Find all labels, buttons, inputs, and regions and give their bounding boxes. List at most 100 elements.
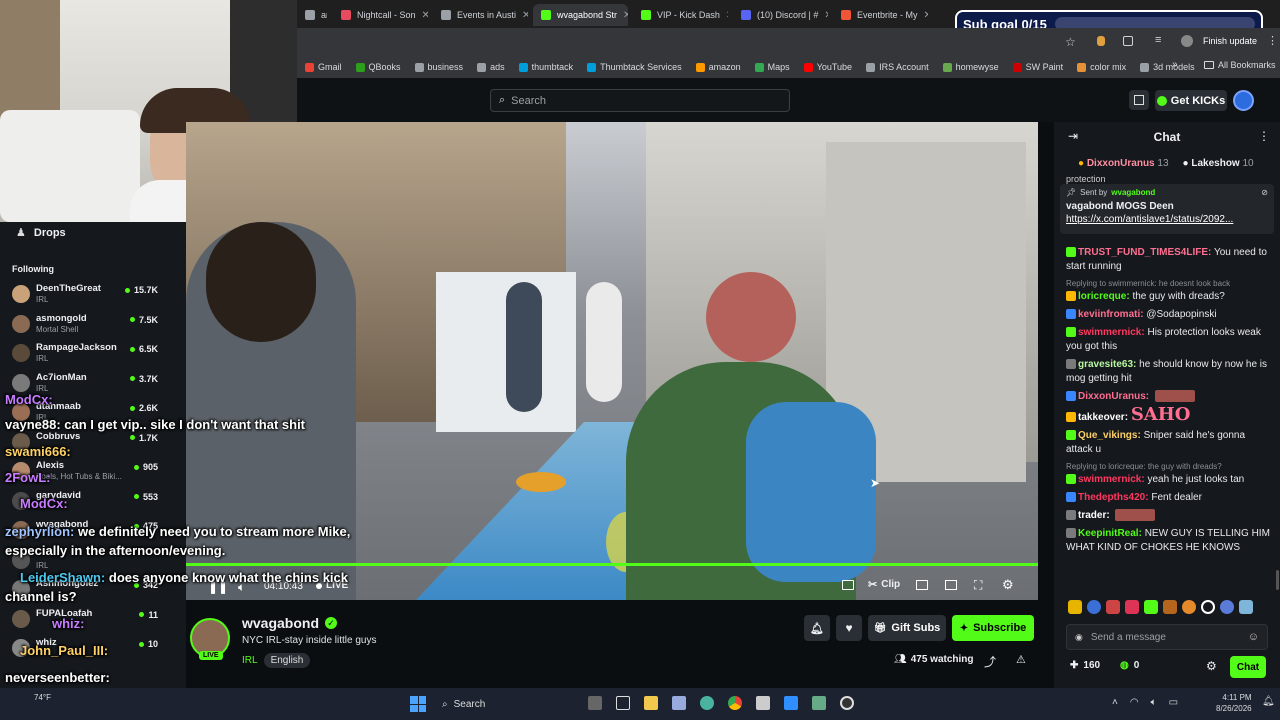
- calendar-icon[interactable]: [756, 696, 770, 710]
- app2-icon[interactable]: [812, 696, 826, 710]
- browser-tab[interactable]: Events in Austi ✕: [433, 4, 528, 26]
- language-tag[interactable]: English: [263, 653, 311, 668]
- emote-icon[interactable]: [1163, 600, 1177, 614]
- browser-tab[interactable]: VIP - Kick Dash ✕: [633, 4, 728, 26]
- notification-icon[interactable]: 🔔︎: [1262, 696, 1275, 707]
- chat-send-button[interactable]: Chat: [1230, 656, 1266, 678]
- bookmark-star-icon[interactable]: ☆: [1065, 35, 1076, 49]
- battery-icon[interactable]: ▭: [1169, 697, 1178, 708]
- browser-tab[interactable]: Eventbrite - My ✕: [833, 4, 928, 26]
- followed-channel-item[interactable]: DeenTheGreat IRL 15.7K: [0, 282, 186, 312]
- chat-message[interactable]: swimmernick: His protection looks weak y…: [1066, 326, 1274, 354]
- share-icon[interactable]: ⤴: [984, 653, 996, 670]
- category-link[interactable]: IRL: [242, 655, 258, 666]
- chat-username[interactable]: loricreque:: [1078, 291, 1130, 302]
- calculator-icon[interactable]: [672, 696, 686, 710]
- followed-channel-item[interactable]: FUPALoafah 11: [0, 607, 186, 637]
- bookmark-item[interactable]: SW Paint: [1012, 62, 1063, 72]
- gift-subs-button[interactable]: 🎁︎ Gift Subs: [868, 615, 946, 641]
- weather-widget[interactable]: 74°F: [34, 693, 51, 702]
- chat-reply-context[interactable]: Replying to swimmernick: he doesnt look …: [1066, 278, 1274, 290]
- all-bookmarks[interactable]: All Bookmarks: [1204, 60, 1276, 70]
- bookmark-item[interactable]: Maps: [754, 62, 790, 72]
- chat-settings-icon[interactable]: ⋮: [1258, 129, 1270, 143]
- bookmark-item[interactable]: color mix: [1077, 62, 1126, 72]
- chat-message[interactable]: trader:: [1066, 509, 1274, 523]
- tab-close-icon[interactable]: ✕: [623, 10, 628, 21]
- chat-username[interactable]: trader:: [1078, 510, 1110, 521]
- chat-username[interactable]: Que_vikings:: [1078, 430, 1141, 441]
- bookmark-item[interactable]: YouTube: [803, 62, 852, 72]
- chat-username[interactable]: DixxonUranus:: [1078, 391, 1149, 402]
- report-icon[interactable]: ⚠: [1016, 653, 1026, 666]
- browser-tab[interactable]: Nightcall - Son ✕: [333, 4, 428, 26]
- app-icon[interactable]: [700, 696, 714, 710]
- notification-bell-button[interactable]: 🔔︎: [804, 615, 830, 641]
- video-progress-bar[interactable]: [186, 563, 1038, 566]
- bookmark-item[interactable]: business: [414, 62, 463, 72]
- emote-icon[interactable]: [1182, 600, 1196, 614]
- browser-tab[interactable]: (10) Discord | # ✕: [733, 4, 828, 26]
- chat-input[interactable]: ◉ Send a message ☺: [1066, 624, 1268, 650]
- emote-icon[interactable]: [1239, 600, 1253, 614]
- notepad-icon[interactable]: [616, 696, 630, 710]
- chat-username[interactable]: swimmernick:: [1078, 474, 1145, 485]
- tab-close-icon[interactable]: ✕: [422, 10, 428, 21]
- wifi-icon[interactable]: ◠: [1130, 697, 1139, 708]
- bookmark-item[interactable]: thumbtack: [518, 62, 573, 72]
- task-view-icon[interactable]: [588, 696, 602, 710]
- tab-close-icon[interactable]: ✕: [924, 10, 928, 21]
- browser-tab[interactable]: an:✕: [297, 4, 327, 26]
- chat-gear-icon[interactable]: ⚙: [1206, 659, 1217, 673]
- emote-icon[interactable]: [1144, 600, 1158, 614]
- emote-icon[interactable]: [1106, 600, 1120, 614]
- chat-message[interactable]: swimmernick: yeah he just looks tan: [1066, 473, 1274, 487]
- emoji-picker-icon[interactable]: ☺: [1248, 631, 1259, 643]
- chat-message[interactable]: KeepinitReal: NEW GUY IS TELLING HIM WHA…: [1066, 527, 1274, 555]
- clock[interactable]: 4:11 PM 8/26/2026: [1216, 692, 1252, 714]
- drops-nav-item[interactable]: ♟ Drops: [16, 226, 66, 240]
- pip-icon[interactable]: [945, 580, 957, 590]
- tab-close-icon[interactable]: ✕: [726, 10, 728, 21]
- puzzle-icon[interactable]: [1123, 36, 1133, 46]
- mod-shield-icon[interactable]: ◉: [1075, 632, 1083, 643]
- bookmark-item[interactable]: QBooks: [355, 62, 401, 72]
- paint-icon[interactable]: [784, 696, 798, 710]
- emote-icon[interactable]: [1087, 600, 1101, 614]
- bookmark-item[interactable]: Thumbtack Services: [587, 62, 682, 72]
- screenshot-icon[interactable]: [916, 580, 928, 590]
- pinned-link[interactable]: https://x.com/antislave1/status/2092...: [1066, 214, 1268, 225]
- bookmark-item[interactable]: IRS Account: [866, 62, 929, 72]
- chat-username[interactable]: keviinfromati:: [1078, 309, 1144, 320]
- pinned-message[interactable]: 📌︎ Sent by wvagabond ⊘ vagabond MOGS Dee…: [1060, 184, 1274, 234]
- unpin-icon[interactable]: ⊘: [1261, 188, 1268, 197]
- file-explorer-icon[interactable]: [644, 696, 658, 710]
- chat-message[interactable]: Que_vikings: Sniper said he's gonna atta…: [1066, 429, 1274, 457]
- menu-icon[interactable]: ⋮: [1267, 34, 1278, 47]
- chat-message[interactable]: takkeover: SAHO: [1066, 406, 1274, 425]
- bookmark-item[interactable]: Gmail: [305, 62, 342, 72]
- chat-scrollbar[interactable]: [1276, 570, 1279, 590]
- settings-gear-icon[interactable]: ⚙: [1002, 577, 1014, 593]
- subscribe-button[interactable]: ✦ Subscribe: [952, 615, 1034, 641]
- profile-icon[interactable]: [1181, 35, 1193, 47]
- fullscreen-icon[interactable]: ⛶: [974, 578, 982, 593]
- browser-tab[interactable]: wvagabond Str ✕: [533, 4, 628, 26]
- chat-username[interactable]: Thedepths420:: [1078, 492, 1149, 503]
- obs-icon[interactable]: [840, 696, 854, 710]
- bookmark-item[interactable]: homewyse: [942, 62, 999, 72]
- search-input[interactable]: ⌕ Search: [490, 89, 790, 112]
- drops-menu-button[interactable]: [1129, 90, 1149, 110]
- chat-message[interactable]: TRUST_FUND_TIMES4LIFE: You need to start…: [1066, 246, 1274, 274]
- followed-channel-item[interactable]: asmongold Mortal Shell 7.5K: [0, 312, 186, 342]
- chat-username[interactable]: TRUST_FUND_TIMES4LIFE:: [1078, 247, 1211, 258]
- volume-icon[interactable]: 🔈︎: [1151, 697, 1157, 708]
- chat-message[interactable]: Thedepths420: Fent dealer: [1066, 491, 1274, 505]
- bookmark-item[interactable]: amazon: [695, 62, 741, 72]
- get-kicks-button[interactable]: Get KICKs: [1155, 90, 1227, 111]
- chat-username[interactable]: KeepinitReal:: [1078, 528, 1142, 539]
- chat-reply-context[interactable]: Replying to loricreque: the guy with dre…: [1066, 461, 1274, 473]
- chat-username[interactable]: gravesite63:: [1078, 359, 1136, 370]
- extension-icon[interactable]: [1097, 36, 1105, 46]
- tab-close-icon[interactable]: ✕: [522, 10, 528, 21]
